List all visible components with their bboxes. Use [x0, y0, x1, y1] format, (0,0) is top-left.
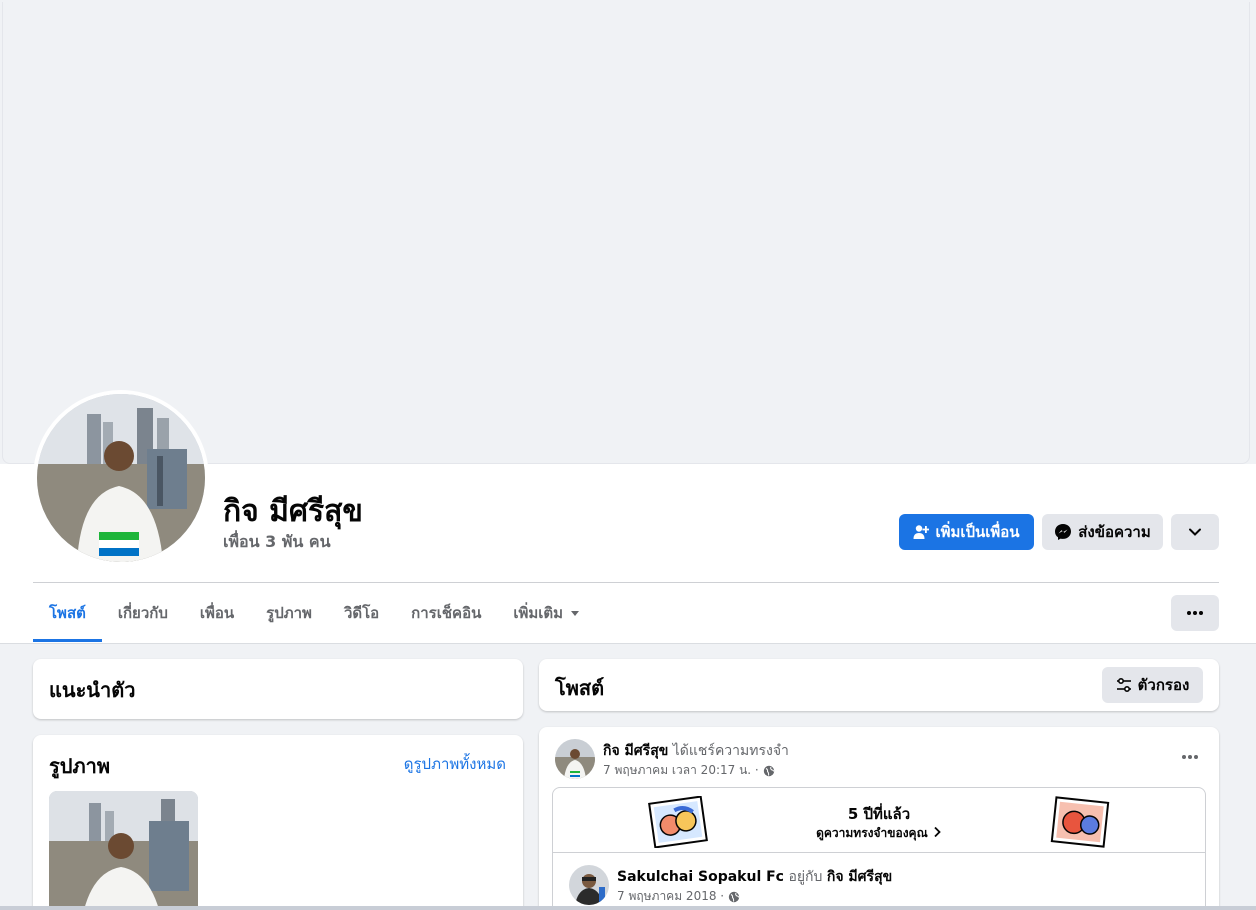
- cover-photo[interactable]: [2, 2, 1250, 464]
- avatar-image: [555, 739, 595, 779]
- tab-posts[interactable]: โพสต์: [33, 584, 102, 642]
- tab-label: รูปภาพ: [266, 604, 312, 622]
- shared-with-name[interactable]: กิจ มีศรีสุข: [827, 869, 892, 885]
- profile-tabs: โพสต์ เกี่ยวกับ เพื่อน รูปภาพ วิดีโอ การ…: [33, 584, 597, 642]
- add-friend-button[interactable]: เพิ่มเป็นเพื่อน: [899, 514, 1034, 550]
- message-label: ส่งข้อความ: [1078, 523, 1151, 541]
- post-author-name[interactable]: กิจ มีศรีสุข: [603, 743, 668, 759]
- add-friend-icon: [913, 525, 930, 539]
- intro-title: แนะนำตัว: [49, 678, 136, 702]
- filter-icon: [1116, 677, 1131, 693]
- tab-friends[interactable]: เพื่อน: [184, 584, 250, 642]
- window-bottom-edge: [0, 906, 1256, 910]
- shared-timestamp-row: 7 พฤษภาคม 2018 ·: [617, 887, 740, 906]
- tab-videos[interactable]: วิดีโอ: [328, 584, 395, 642]
- post-timestamp[interactable]: 7 พฤษภาคม เวลา 20:17 น. ·: [603, 761, 759, 780]
- tab-label: การเช็คอิน: [411, 604, 482, 622]
- see-all-photos-link[interactable]: ดูรูปภาพทั้งหมด: [404, 752, 506, 776]
- tab-label: วิดีโอ: [343, 604, 380, 622]
- post-author-avatar[interactable]: [555, 739, 595, 779]
- profile-name: กิจ มีศรีสุข: [223, 494, 363, 529]
- profile-avatar[interactable]: [33, 390, 209, 566]
- posts-header-card: โพสต์ ตัวกรอง: [539, 659, 1219, 711]
- friends-count[interactable]: เพื่อน 3 พัน คน: [223, 530, 331, 555]
- tab-about[interactable]: เกี่ยวกับ: [102, 584, 184, 642]
- post-action-text: ได้แชร์ความทรงจำ: [672, 743, 789, 759]
- shared-post-header: Sakulchai Sopakul Fc อยู่กับ กิจ มีศรีสุ…: [617, 866, 892, 888]
- photo-image: [49, 791, 198, 910]
- filter-label: ตัวกรอง: [1137, 676, 1190, 694]
- memory-attachment: 5 ปีที่แล้ว ดูความทรงจำของคุณ Sakulchai …: [552, 787, 1206, 910]
- post-options-button[interactable]: [1181, 745, 1199, 764]
- post-timestamp-row: 7 พฤษภาคม เวลา 20:17 น. ·: [603, 761, 775, 780]
- ellipsis-icon: [1182, 755, 1198, 759]
- shared-author-name[interactable]: Sakulchai Sopakul Fc: [617, 869, 784, 885]
- photos-title: รูปภาพ: [49, 754, 111, 778]
- tab-photos[interactable]: รูปภาพ: [250, 584, 328, 642]
- profile-picture[interactable]: [37, 394, 205, 562]
- filter-button[interactable]: ตัวกรอง: [1102, 667, 1203, 703]
- avatar-image: [569, 865, 609, 905]
- add-friend-label: เพิ่มเป็นเพื่อน: [935, 523, 1020, 541]
- chevron-right-icon: [934, 826, 941, 838]
- header-divider: [0, 643, 1256, 644]
- photo-thumbnail[interactable]: [49, 791, 198, 910]
- memory-link-label: ดูความทรงจำของคุณ: [816, 826, 928, 840]
- chevron-down-icon: [1189, 528, 1201, 536]
- shared-post-avatar[interactable]: [569, 865, 609, 905]
- tab-label: เพิ่มเติม: [513, 604, 564, 622]
- globe-icon: [728, 891, 740, 902]
- memory-banner[interactable]: 5 ปีที่แล้ว ดูความทรงจำของคุณ: [553, 788, 1205, 853]
- messenger-icon: [1055, 524, 1072, 540]
- caret-down-icon: [571, 611, 580, 616]
- tabs-more-button[interactable]: [1171, 595, 1219, 631]
- tab-checkins[interactable]: การเช็คอิน: [395, 584, 497, 642]
- shared-timestamp[interactable]: 7 พฤษภาคม 2018 ·: [617, 887, 724, 906]
- photos-card: รูปภาพ ดูรูปภาพทั้งหมด: [33, 735, 523, 910]
- memory-friends-icon: [1050, 796, 1110, 848]
- header-tabs-divider: [33, 582, 1219, 583]
- post-header-line: กิจ มีศรีสุข ได้แชร์ความทรงจำ: [603, 740, 789, 762]
- posts-title: โพสต์: [555, 676, 605, 700]
- globe-icon: [763, 765, 775, 776]
- profile-more-button[interactable]: [1171, 514, 1219, 550]
- intro-card: แนะนำตัว: [33, 659, 523, 719]
- ellipsis-icon: [1187, 611, 1203, 615]
- post-card: กิจ มีศรีสุข ได้แชร์ความทรงจำ 7 พฤษภาคม …: [539, 727, 1219, 910]
- message-button[interactable]: ส่งข้อความ: [1042, 514, 1163, 550]
- tab-label: โพสต์: [49, 604, 86, 622]
- tab-more[interactable]: เพิ่มเติม: [497, 584, 597, 642]
- tab-label: เพื่อน: [199, 604, 235, 622]
- tab-label: เกี่ยวกับ: [117, 604, 168, 622]
- profile-photo-image: [37, 394, 205, 562]
- shared-with-word: อยู่กับ: [788, 869, 823, 885]
- memory-illustration-right: [1050, 796, 1110, 852]
